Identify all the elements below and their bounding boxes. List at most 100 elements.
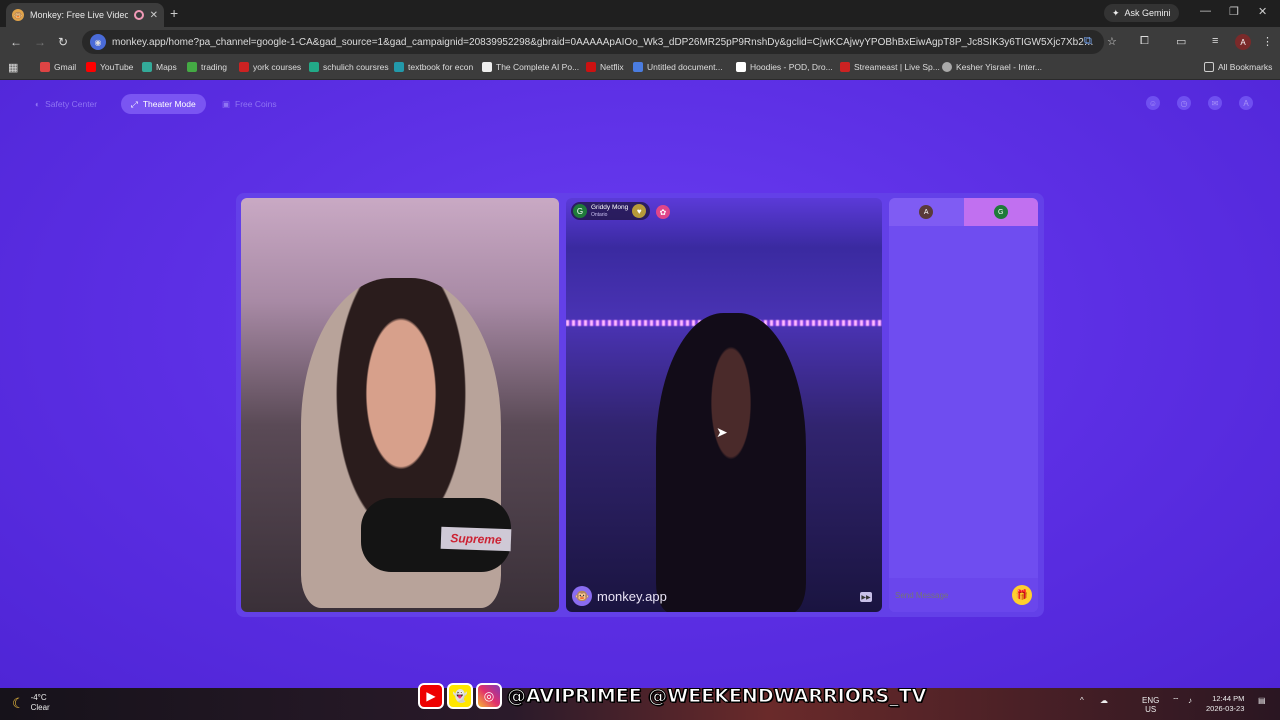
monkey-favicon-icon: 🐵 bbox=[12, 9, 24, 21]
bookmark-textbook[interactable]: textbook for econ bbox=[394, 62, 473, 72]
monkey-logo-icon: 🐵 bbox=[572, 586, 592, 606]
taskbar-clock[interactable]: 12:44 PM 2026-03-23 bbox=[1206, 694, 1244, 714]
back-icon[interactable]: ← bbox=[10, 35, 22, 49]
forward-icon[interactable]: → bbox=[34, 35, 46, 49]
bookmark-hoodies[interactable]: Hoodies - POD, Dro... bbox=[736, 62, 833, 72]
bookmarks-bar: ▦ Gmail YouTube Maps trading york course… bbox=[0, 57, 1280, 80]
coin-icon: ▣ bbox=[222, 98, 231, 109]
chat-tab-self[interactable]: A bbox=[889, 198, 964, 226]
bookmark-label: york courses bbox=[253, 62, 302, 72]
tray-chevron-icon[interactable]: ^ bbox=[1080, 696, 1084, 705]
volume-icon[interactable]: ♪ bbox=[1188, 696, 1192, 705]
youtube-logo-icon: ▶ bbox=[418, 683, 444, 709]
cast-icon[interactable]: ⧉ bbox=[1084, 35, 1092, 48]
schulich-icon bbox=[309, 62, 319, 72]
recording-indicator-icon bbox=[133, 10, 144, 20]
language-code: ENG bbox=[1142, 696, 1160, 705]
social-handles-overlay: ▶ 👻 ◎ @AVIPRIMEE @WEEKENDWARRIORS_TV bbox=[418, 682, 927, 710]
folder-icon bbox=[1204, 62, 1214, 72]
docs-icon bbox=[633, 62, 643, 72]
minimize-icon[interactable]: — bbox=[1200, 5, 1211, 17]
site-info-icon[interactable]: ◉ bbox=[90, 34, 106, 50]
safety-center-link[interactable]: ◐ Safety Center bbox=[35, 94, 97, 114]
language-indicator[interactable]: ENG US bbox=[1142, 696, 1159, 714]
weather-condition: Clear bbox=[30, 703, 50, 712]
region-code: US bbox=[1145, 705, 1157, 714]
wifi-icon[interactable]: ⌔ bbox=[1172, 696, 1180, 705]
bookmark-maps[interactable]: Maps bbox=[142, 62, 177, 72]
history-icon[interactable]: ◷ bbox=[1177, 96, 1191, 110]
all-bookmarks[interactable]: All Bookmarks bbox=[1204, 62, 1272, 72]
globe-icon bbox=[942, 62, 952, 72]
send-gift-button[interactable]: 🎁 bbox=[1012, 585, 1032, 605]
chat-tab-remote[interactable]: G bbox=[963, 198, 1038, 226]
browser-toolbar: ← → ↻ ◉ monkey.app/home?pa_channel=googl… bbox=[0, 27, 1280, 57]
url-text: monkey.app/home?pa_channel=google-1-CA&g… bbox=[112, 36, 1096, 48]
bookmark-ai-course[interactable]: The Complete AI Po... bbox=[482, 62, 579, 72]
bookmark-york-courses[interactable]: york courses bbox=[239, 62, 301, 72]
gemini-sparkle-icon: ✦ bbox=[1112, 7, 1120, 18]
watermark-text: monkey.app bbox=[597, 588, 667, 604]
tab-search-icon[interactable]: ▭ bbox=[1176, 35, 1186, 48]
close-tab-icon[interactable]: ✕ bbox=[150, 10, 158, 21]
ask-gemini-label: Ask Gemini bbox=[1124, 8, 1171, 18]
remote-user-video bbox=[656, 313, 806, 612]
gift-icon[interactable]: ✿ bbox=[656, 205, 670, 219]
messages-icon[interactable]: ✉ bbox=[1208, 96, 1222, 110]
remote-video-feed: G Griddy Mong Ontario ♥ ✿ ➤ 🐵 monkey.app… bbox=[566, 198, 882, 612]
address-bar[interactable]: ◉ monkey.app/home?pa_channel=google-1-CA… bbox=[82, 30, 1104, 54]
new-tab-icon[interactable]: + bbox=[170, 5, 178, 21]
bookmark-youtube[interactable]: YouTube bbox=[86, 62, 133, 72]
york-icon bbox=[239, 62, 249, 72]
hoodies-icon bbox=[736, 62, 746, 72]
bookmark-untitled-doc[interactable]: Untitled document... bbox=[633, 62, 723, 72]
restore-icon[interactable]: ❐ bbox=[1229, 5, 1239, 18]
ask-gemini-button[interactable]: ✦ Ask Gemini bbox=[1104, 4, 1179, 22]
bookmark-trading[interactable]: trading bbox=[187, 62, 227, 72]
ai-course-icon bbox=[482, 62, 492, 72]
clock-date: 2026-03-23 bbox=[1206, 704, 1245, 713]
send-message-input[interactable] bbox=[895, 590, 1012, 600]
remote-user-info: Griddy Mong Ontario bbox=[591, 204, 628, 219]
next-icon[interactable]: ▶▶ bbox=[860, 592, 872, 602]
heart-icon[interactable]: ♥ bbox=[632, 204, 647, 218]
notifications-icon[interactable]: ▤ bbox=[1258, 696, 1266, 705]
user-avatar[interactable]: A bbox=[1239, 96, 1253, 110]
weather-widget[interactable]: ☾ -4°C Clear bbox=[12, 693, 50, 713]
maps-icon bbox=[142, 62, 152, 72]
remote-user-location: Ontario bbox=[591, 211, 608, 218]
self-avatar: A bbox=[919, 205, 934, 219]
bookmark-kesher[interactable]: Kesher Yisrael - Inter... bbox=[942, 62, 1042, 72]
clock-time: 12:44 PM bbox=[1212, 694, 1245, 703]
social-handles-text: @AVIPRIMEE @WEEKENDWARRIORS_TV bbox=[506, 685, 927, 708]
bookmark-label: Kesher Yisrael - Inter... bbox=[956, 62, 1042, 72]
streameast-icon bbox=[840, 62, 850, 72]
monkey-page: ◐ Safety Center ⤢ Theater Mode ▣ Free Co… bbox=[0, 80, 1280, 688]
friends-icon[interactable]: ☺ bbox=[1146, 96, 1160, 110]
menu-kebab-icon[interactable]: ⋮ bbox=[1262, 35, 1273, 48]
remote-user-chip[interactable]: G Griddy Mong Ontario ♥ bbox=[571, 202, 651, 220]
trading-icon bbox=[187, 62, 197, 72]
free-coins-link[interactable]: ▣ Free Coins bbox=[222, 94, 277, 114]
instagram-logo-icon: ◎ bbox=[476, 683, 502, 709]
onedrive-icon[interactable]: ☁ bbox=[1100, 696, 1108, 705]
bookmark-label: Streameast | Live Sp... bbox=[854, 62, 940, 72]
chat-composer: 🎁 bbox=[889, 578, 1038, 612]
tab-title: Monkey: Free Live Video Ch bbox=[30, 10, 128, 20]
bookmark-netflix[interactable]: Netflix bbox=[586, 62, 624, 72]
close-window-icon[interactable]: ✕ bbox=[1258, 5, 1267, 18]
reload-icon[interactable]: ↻ bbox=[58, 35, 68, 49]
profile-avatar[interactable]: A bbox=[1235, 34, 1251, 50]
theater-mode-button[interactable]: ⤢ Theater Mode bbox=[121, 94, 206, 114]
bookmark-star-icon[interactable]: ☆ bbox=[1107, 35, 1117, 48]
bookmark-label: schulich coursres bbox=[323, 62, 389, 72]
bookmark-label: textbook for econ bbox=[408, 62, 474, 72]
media-controls-icon[interactable]: ≡ bbox=[1212, 35, 1218, 47]
bookmark-gmail[interactable]: Gmail bbox=[40, 62, 76, 72]
active-tab[interactable]: 🐵 Monkey: Free Live Video Ch ✕ bbox=[6, 3, 164, 27]
extensions-icon[interactable]: ⧠ bbox=[1140, 35, 1149, 48]
apps-grid-icon[interactable]: ▦ bbox=[8, 61, 18, 74]
bookmark-streameast[interactable]: Streameast | Live Sp... bbox=[840, 62, 940, 72]
shield-icon: ◐ bbox=[35, 99, 41, 109]
bookmark-schulich[interactable]: schulich coursres bbox=[309, 62, 389, 72]
